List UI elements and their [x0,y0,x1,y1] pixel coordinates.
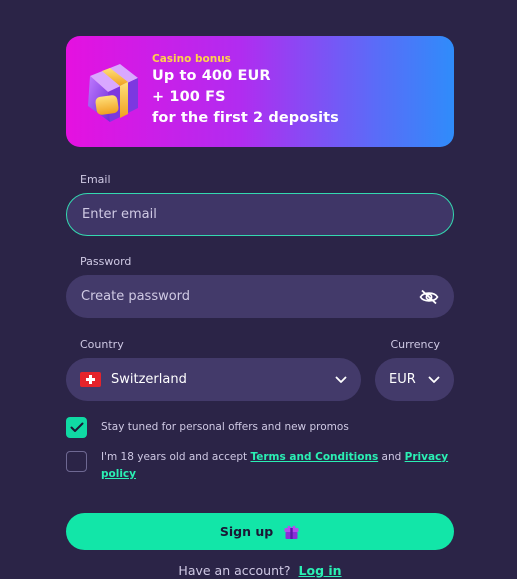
signup-label: Sign up [219,524,274,539]
promos-checkbox[interactable] [66,417,87,438]
promos-consent-row: Stay tuned for personal offers and new p… [66,417,454,438]
terms-link[interactable]: Terms and Conditions [250,451,378,463]
age-consent-row: I'm 18 years old and accept Terms and Co… [66,451,454,483]
bonus-condition: for the first 2 deposits [152,110,339,126]
swiss-flag-icon [80,372,101,387]
country-select[interactable]: Switzerland [66,358,361,401]
chevron-down-icon [335,376,347,383]
bonus-text: Casino bonus Up to 400 EUR + 100 FS for … [152,52,339,129]
bonus-kicker: Casino bonus [152,53,231,65]
bonus-amount: Up to 400 EUR [152,68,271,84]
email-label: Email [80,173,111,186]
country-label: Country [80,338,124,351]
gift-icon [284,525,299,539]
login-link[interactable]: Log in [299,563,342,578]
age-consent-prefix: I'm 18 years old and accept [101,451,251,463]
currency-value: EUR [389,372,416,387]
email-input[interactable] [82,207,438,222]
age-checkbox[interactable] [66,451,87,472]
password-field-wrapper[interactable] [66,275,454,318]
email-field-wrapper[interactable] [66,193,454,236]
password-input[interactable] [81,289,419,304]
signup-form: Casino bonus Up to 400 EUR + 100 FS for … [66,36,454,578]
currency-label: Currency [390,338,440,351]
login-prompt: Have an account? [178,563,291,578]
casino-bonus-banner: Casino bonus Up to 400 EUR + 100 FS for … [66,36,454,147]
select-labels-row: Country Currency [66,338,454,352]
currency-select[interactable]: EUR [375,358,454,401]
country-select-value: Switzerland [80,372,187,387]
country-value: Switzerland [111,372,187,387]
checkmark-icon [70,422,83,432]
bonus-free-spins: + 100 FS [152,89,226,105]
age-consent-text: I'm 18 years old and accept Terms and Co… [101,449,451,483]
gift-box-icon [88,64,138,122]
password-label: Password [80,255,132,268]
age-consent-middle: and [378,451,405,463]
promos-consent-text: Stay tuned for personal offers and new p… [101,421,349,433]
select-fields-row: Switzerland EUR [66,358,454,401]
login-row: Have an account? Log in [66,563,454,578]
eye-off-icon[interactable] [419,287,439,307]
chevron-down-icon [428,376,440,383]
signup-button[interactable]: Sign up [66,513,454,550]
